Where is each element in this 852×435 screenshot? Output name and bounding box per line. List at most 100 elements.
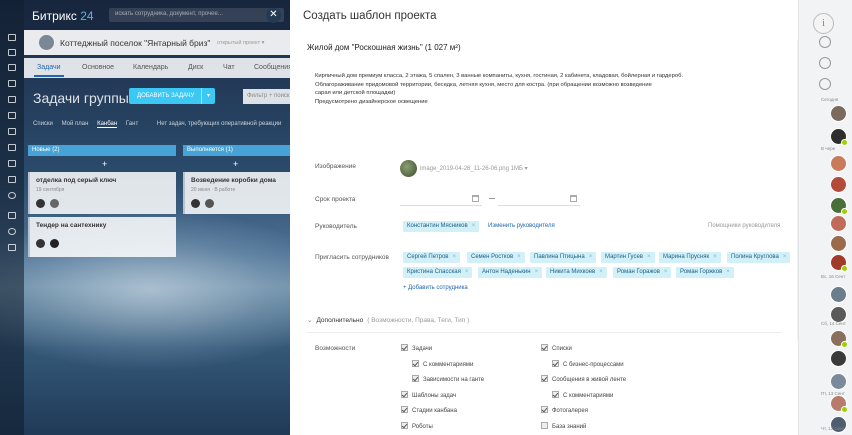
user-avatar[interactable]: [830, 330, 848, 348]
remove-icon[interactable]: ×: [472, 223, 476, 229]
avatar[interactable]: [36, 199, 45, 208]
feature-checkbox[interactable]: Стадии канбана: [401, 406, 457, 414]
user-avatar[interactable]: [830, 286, 847, 303]
project-name[interactable]: Жилой дом "Роскошная жизнь" (1 027 м²): [307, 43, 461, 52]
avatar[interactable]: [205, 199, 214, 208]
feature-checkbox[interactable]: Шаблоны задач: [401, 390, 456, 399]
user-avatar[interactable]: [830, 254, 848, 272]
tab-tasks[interactable]: Задачи: [34, 64, 63, 77]
checkbox-icon[interactable]: [541, 344, 548, 351]
time-icon[interactable]: [8, 128, 16, 135]
user-avatar[interactable]: [830, 176, 847, 193]
remove-icon[interactable]: ×: [647, 254, 651, 260]
feature-checkbox[interactable]: База знаний: [541, 421, 586, 430]
image-meta[interactable]: image_2019-04-26_11-26-06.png 1МБ ▾: [420, 165, 528, 172]
remove-icon[interactable]: ×: [726, 269, 730, 275]
user-avatar[interactable]: [830, 105, 847, 122]
checkbox-icon[interactable]: [552, 390, 559, 398]
checkbox-icon[interactable]: [552, 359, 559, 367]
urgent-filter-link[interactable]: Нет задач, требующих оперативной реакции: [157, 121, 281, 127]
menu-icon[interactable]: [8, 34, 16, 41]
info-icon[interactable]: i: [813, 13, 834, 34]
feature-checkbox[interactable]: Сообщения в живой ленте: [541, 375, 626, 383]
tab-main[interactable]: Основное: [82, 64, 114, 71]
chat-icon[interactable]: [819, 78, 831, 90]
avatar[interactable]: [191, 199, 200, 208]
remove-icon[interactable]: ×: [465, 269, 469, 275]
search-input[interactable]: искать сотрудника, документ, прочее...: [109, 8, 284, 22]
avatar[interactable]: [50, 199, 59, 208]
more-icon[interactable]: [8, 212, 16, 219]
user-avatar[interactable]: [830, 235, 847, 252]
member-chip[interactable]: Мартин Гусев ×: [601, 252, 655, 263]
change-owner-link[interactable]: Изменить руководителя: [488, 223, 555, 229]
group-icon[interactable]: [8, 80, 16, 87]
logo[interactable]: Битрикс 24: [32, 9, 94, 23]
tab-calendar[interactable]: Календарь: [133, 64, 168, 71]
more-section-toggle[interactable]: ⌄ Дополнительно( Возможности, Права, Теги…: [307, 316, 469, 324]
member-chip[interactable]: Марина Прусняк ×: [659, 252, 721, 263]
bell-icon[interactable]: [819, 36, 831, 48]
member-chip[interactable]: Роман Горжков ×: [676, 267, 734, 278]
feature-checkbox[interactable]: Списки: [541, 344, 572, 352]
tab-messages[interactable]: Сообщения: [254, 64, 292, 71]
remove-icon[interactable]: ×: [452, 254, 456, 260]
feature-checkbox[interactable]: С комментариями: [412, 359, 473, 368]
feature-checkbox[interactable]: С бизнес-процессами: [552, 359, 624, 368]
feature-checkbox[interactable]: Задачи: [401, 344, 432, 352]
filter-input[interactable]: Фильтр + поиск: [243, 89, 290, 104]
checkbox-icon[interactable]: [401, 390, 408, 398]
feature-checkbox[interactable]: Фотогалерея: [541, 406, 588, 414]
kanban-card[interactable]: Тендер на сантехнику: [28, 217, 176, 257]
user-avatar[interactable]: [830, 350, 847, 367]
chevron-down-icon[interactable]: ▾: [201, 88, 215, 104]
member-chip[interactable]: Антон Наденькин ×: [478, 267, 543, 278]
remove-icon[interactable]: ×: [589, 254, 593, 260]
checkbox-icon[interactable]: [401, 421, 408, 429]
add-member-link[interactable]: + Добавить сотрудника: [403, 285, 468, 291]
kanban-card[interactable]: Возведение коробки дома 20 июня · В рабо…: [183, 172, 290, 214]
feature-checkbox[interactable]: Роботы: [401, 421, 433, 430]
user-avatar[interactable]: [830, 155, 847, 172]
calendar-icon[interactable]: [472, 195, 479, 202]
remove-icon[interactable]: ×: [783, 254, 787, 260]
expand-icon[interactable]: [8, 244, 16, 251]
remove-icon[interactable]: ×: [713, 254, 717, 260]
avatar[interactable]: [50, 239, 59, 248]
calendar-icon[interactable]: [570, 195, 577, 202]
remove-icon[interactable]: ×: [599, 269, 603, 275]
chat-icon[interactable]: [8, 64, 16, 71]
remove-icon[interactable]: ×: [535, 269, 539, 275]
member-chip[interactable]: Никита Михкоев ×: [546, 267, 607, 278]
image-thumbnail[interactable]: [400, 160, 417, 177]
checkbox-icon[interactable]: [412, 375, 419, 382]
crm-icon[interactable]: [8, 160, 16, 167]
group-name[interactable]: Коттеджный поселок "Янтарный бриз": [60, 38, 210, 48]
member-chip[interactable]: Павлина Птицына ×: [530, 252, 597, 263]
user-avatar[interactable]: [830, 197, 848, 215]
filter-icon[interactable]: [8, 144, 16, 151]
user-avatar[interactable]: [830, 395, 848, 413]
remove-icon[interactable]: ×: [517, 254, 521, 260]
view-kanban[interactable]: Канбан: [97, 121, 118, 128]
assistants-link[interactable]: Помощники руководителя: [708, 223, 780, 229]
checkbox-icon[interactable]: [401, 344, 408, 351]
date-start-field[interactable]: [400, 193, 482, 206]
member-chip[interactable]: Сергей Петров ×: [403, 252, 460, 263]
view-gantt[interactable]: Гант: [126, 121, 138, 127]
close-icon[interactable]: ✕: [266, 8, 281, 23]
view-lists[interactable]: Списки: [33, 121, 53, 127]
project-description[interactable]: Кирпичный дом премиум класса, 2 этажа, 5…: [315, 72, 735, 106]
tasks-icon[interactable]: [8, 49, 16, 56]
add-card-icon[interactable]: +: [102, 159, 107, 169]
user-avatar[interactable]: [830, 373, 847, 390]
drive-icon[interactable]: [8, 112, 16, 119]
view-my-plan[interactable]: Мой план: [62, 121, 89, 127]
kanban-column-header[interactable]: Новые (2): [28, 145, 176, 156]
owner-chip[interactable]: Константин Мясников ×: [403, 221, 480, 232]
add-icon[interactable]: [8, 228, 16, 235]
kanban-card[interactable]: отделка под серый ключ 19 сентября: [28, 172, 176, 214]
camera-icon[interactable]: [8, 176, 16, 183]
feature-checkbox[interactable]: Зависимости на ганте: [412, 375, 484, 383]
member-chip[interactable]: Кристина Спасская ×: [403, 267, 473, 278]
